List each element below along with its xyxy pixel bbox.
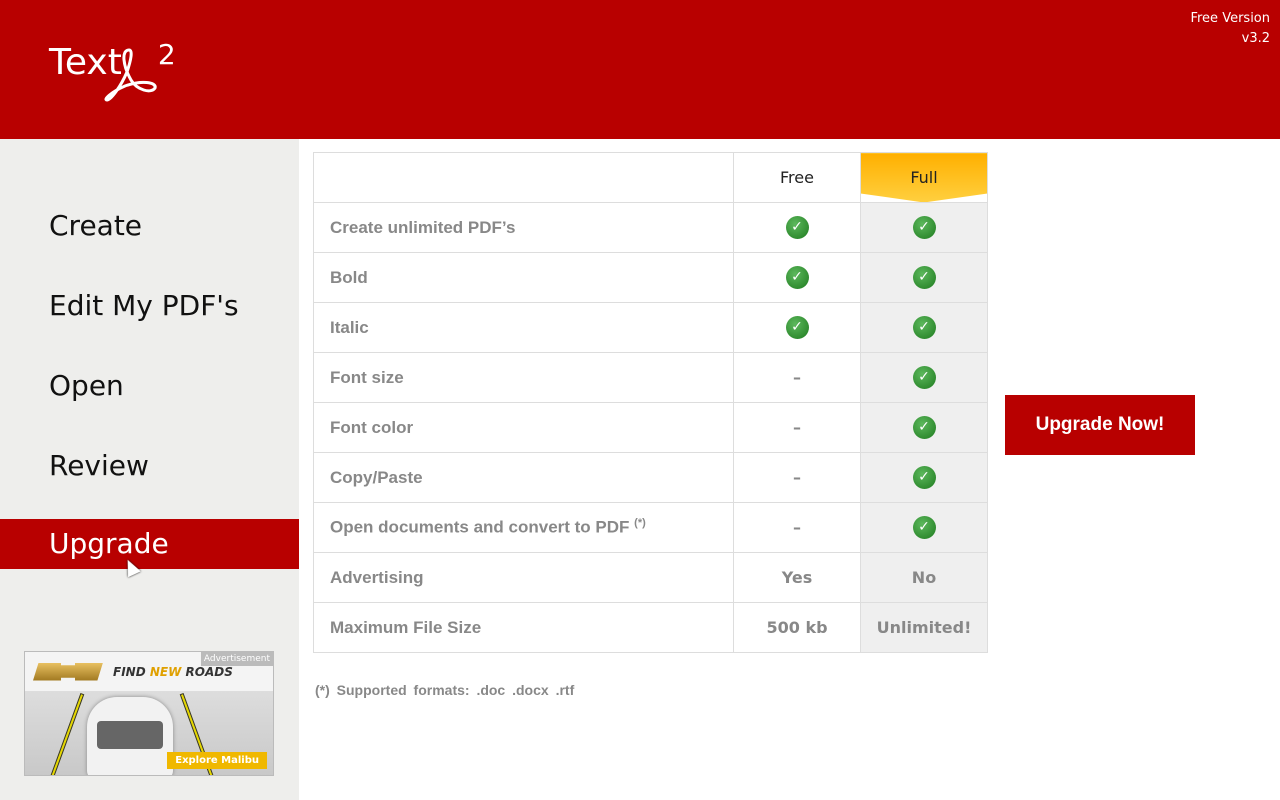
upgrade-now-button[interactable]: Upgrade Now!: [1005, 395, 1195, 455]
logo-superscript: 2: [157, 38, 176, 71]
advertisement-banner[interactable]: FIND NEW ROADS Advertisement Explore Mal…: [24, 651, 274, 776]
free-value: ✓: [733, 302, 861, 353]
ad-tag: Advertisement: [200, 652, 273, 666]
feature-name: Font color: [313, 402, 734, 453]
table-row: Maximum File Size 500 kb Unlimited!: [313, 602, 988, 653]
sidebar-item-open[interactable]: Open: [0, 361, 299, 411]
sidebar-item-review[interactable]: Review: [0, 441, 299, 491]
app-header: Text 2 Free Version v3.2: [0, 0, 1280, 139]
check-icon: ✓: [912, 516, 936, 539]
column-free: Free: [733, 152, 861, 203]
full-value: ✓: [860, 502, 988, 553]
full-value: ✓: [860, 302, 988, 353]
feature-name: Italic: [313, 302, 734, 353]
feature-name: Copy/Paste: [313, 452, 734, 503]
full-value: ✓: [860, 452, 988, 503]
feature-name: Bold: [313, 252, 734, 303]
full-value: No: [860, 552, 988, 603]
ad-cta-button[interactable]: Explore Malibu: [167, 752, 267, 769]
check-icon: ✓: [912, 266, 936, 289]
sidebar: Create Edit My PDF's Open Review Upgrade…: [0, 139, 299, 800]
feature-name: Advertising: [313, 552, 734, 603]
table-header-row: Free Full: [313, 152, 988, 203]
free-value: ✓: [733, 202, 861, 253]
sidebar-item-edit[interactable]: Edit My PDF's: [0, 281, 299, 331]
free-value: –: [733, 352, 861, 403]
free-value: –: [733, 452, 861, 503]
column-full: Full: [860, 152, 988, 203]
app-logo: Text 2: [49, 38, 176, 102]
full-value: ✓: [860, 252, 988, 303]
check-icon: ✓: [785, 316, 809, 339]
acrobat-logo-icon: [104, 48, 157, 102]
check-icon: ✓: [785, 266, 809, 289]
sidebar-item-upgrade[interactable]: Upgrade: [0, 519, 299, 569]
table-row: Font color – ✓: [313, 402, 988, 453]
table-row: Create unlimited PDF’s ✓ ✓: [313, 202, 988, 253]
full-value: ✓: [860, 402, 988, 453]
check-icon: ✓: [912, 316, 936, 339]
feature-name: Maximum File Size: [313, 602, 734, 653]
table-row: Italic ✓ ✓: [313, 302, 988, 353]
full-value: ✓: [860, 202, 988, 253]
check-icon: ✓: [912, 416, 936, 439]
table-row: Font size – ✓: [313, 352, 988, 403]
table-row: Open documents and convert to PDF (*) – ✓: [313, 502, 988, 553]
free-value: –: [733, 502, 861, 553]
free-value: 500 kb: [733, 602, 861, 653]
feature-comparison-table: Free Full Create unlimited PDF’s ✓ ✓ Bold ✓ ✓…: [313, 152, 988, 653]
sidebar-item-create[interactable]: Create: [0, 201, 299, 251]
feature-name: Open documents and convert to PDF (*): [313, 502, 734, 553]
free-value: Yes: [733, 552, 861, 603]
full-value: ✓: [860, 352, 988, 403]
free-value: ✓: [733, 252, 861, 303]
supported-formats-note: (*) Supported formats: .doc .docx .rtf: [315, 682, 575, 698]
version-edition: Free Version: [1190, 11, 1270, 26]
chevrolet-logo-icon: [33, 662, 103, 681]
free-value: –: [733, 402, 861, 453]
version-number: v3.2: [1241, 31, 1270, 46]
table-row: Copy/Paste – ✓: [313, 452, 988, 503]
table-row: Advertising Yes No: [313, 552, 988, 603]
check-icon: ✓: [785, 216, 809, 239]
full-value: Unlimited!: [860, 602, 988, 653]
feature-name: Font size: [313, 352, 734, 403]
version-info: Free Version v3.2: [1190, 9, 1270, 49]
check-icon: ✓: [912, 366, 936, 389]
check-icon: ✓: [912, 466, 936, 489]
ad-slogan: FIND NEW ROADS: [113, 664, 233, 679]
table-row: Bold ✓ ✓: [313, 252, 988, 303]
feature-name: Create unlimited PDF’s: [313, 202, 734, 253]
check-icon: ✓: [912, 216, 936, 239]
